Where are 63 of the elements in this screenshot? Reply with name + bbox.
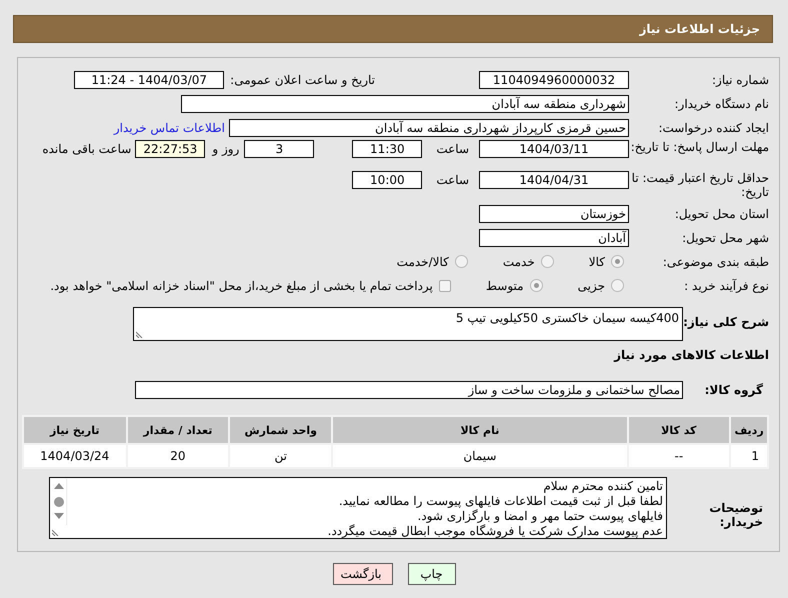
buyer-contact-link[interactable]: اطلاعات تماس خریدار xyxy=(114,120,225,134)
field-label: استان محل تحویل: xyxy=(674,206,769,220)
need-number-field[interactable]: 1104094960000032 xyxy=(479,70,629,88)
resize-grip-icon[interactable] xyxy=(136,330,144,338)
field-label: ساعت xyxy=(436,172,469,189)
back-button[interactable]: بازگشت xyxy=(332,563,392,585)
field-label: شماره نیاز: xyxy=(711,72,769,86)
option-label: متوسط xyxy=(486,278,524,292)
city-field[interactable]: آبادان xyxy=(479,228,629,246)
field-label: مهلت ارسال پاسخ: تا تاریخ: xyxy=(630,140,769,154)
option-label: کالا xyxy=(588,254,605,268)
announce-date-field[interactable]: 1404/03/07 - 11:24 xyxy=(74,70,224,88)
days-field[interactable]: 3 xyxy=(244,140,314,158)
column-header: واحد شمارش xyxy=(229,416,332,444)
page-title: جزئیات اطلاعات نیاز xyxy=(639,22,760,36)
field-label: روز و xyxy=(212,141,240,158)
resize-grip-icon[interactable] xyxy=(52,528,60,536)
radio-button[interactable] xyxy=(454,255,468,268)
column-header: نام کالا xyxy=(332,416,628,444)
field-label: توضیحات خریدار: xyxy=(708,501,764,529)
payment-note: پرداخت تمام یا بخشی از مبلغ خرید،از محل "اسناد خزانه اسلامی" خواهد بود. xyxy=(50,278,433,292)
table-cell: 1404/03/24 xyxy=(23,444,126,468)
field-label: طبقه بندی موضوعی: xyxy=(662,254,769,268)
notes-field[interactable]: تامین کننده محترم سلام لطفا قبل از ثبت قیمت اطلاعات فایلهای پیوست را مطالعه نمایید. فایلهای پیوست حتما مهر و امضا و بارگزاری شود. عدم پیوست مدارک شرکت یا فروشگاه موجب ابطال قیمت میگردد. xyxy=(49,477,667,539)
remaining-time-field[interactable]: 22:27:53 xyxy=(135,140,206,158)
column-header: تعداد / مقدار xyxy=(126,416,230,444)
table-cell: 20 xyxy=(126,444,230,468)
deadline-date-field[interactable]: 1404/03/11 xyxy=(479,140,629,158)
column-header: کد کالا xyxy=(628,416,730,444)
table-cell: سیمان xyxy=(332,444,628,468)
table-cell: 1 xyxy=(730,444,768,468)
column-header: تاریخ نیاز xyxy=(23,416,126,444)
section-heading: اطلاعات کالاهای مورد نیاز xyxy=(614,348,769,362)
field-label: گروه کالا: xyxy=(704,382,764,396)
field-label: ساعت xyxy=(436,141,469,158)
deadline-time-field[interactable]: 11:30 xyxy=(352,140,422,158)
province-field[interactable]: خوزستان xyxy=(479,204,629,222)
validity-date-field[interactable]: 1404/04/31 xyxy=(479,171,629,189)
option-label: جزیی xyxy=(578,278,605,292)
radio-button[interactable] xyxy=(540,255,554,268)
table-cell: تن xyxy=(229,444,332,468)
option-label: خدمت xyxy=(502,254,535,268)
description-field[interactable]: 400کیسه سیمان خاکستری 50کیلویی تیپ 5 xyxy=(133,307,683,341)
option-label: کالا/خدمت xyxy=(396,254,449,268)
field-label: ایجاد کننده درخواست: xyxy=(657,120,769,134)
requester-field[interactable]: حسین قرمزی کارپرداز شهرداری منطقه سه آبادان xyxy=(229,118,629,136)
field-label: تاریخ و ساعت اعلان عمومی: xyxy=(230,72,375,86)
field-label: ساعت باقی مانده xyxy=(42,141,132,158)
checkbox[interactable] xyxy=(438,280,451,292)
column-header: ردیف xyxy=(730,416,768,444)
field-label: نام دستگاه خریدار: xyxy=(674,96,769,110)
radio-button[interactable] xyxy=(611,279,624,292)
field-label: شهر محل تحویل: xyxy=(681,230,769,244)
field-label: نوع فرآیند خرید : xyxy=(683,278,769,292)
field-label: حداقل تاریخ اعتبار قیمت: تا تاریخ: xyxy=(630,171,769,199)
goods-group-field[interactable]: مصالح ساختمانی و ملزومات ساخت و ساز xyxy=(135,380,683,398)
buyer-org-field[interactable]: شهرداری منطقه سه آبادان xyxy=(181,94,629,112)
radio-button[interactable] xyxy=(611,255,624,268)
field-label: شرح کلی نیاز: xyxy=(683,315,769,329)
radio-button[interactable] xyxy=(530,279,543,292)
table-cell: -- xyxy=(628,444,730,468)
print-button[interactable]: چاپ xyxy=(408,563,456,585)
validity-time-field[interactable]: 10:00 xyxy=(352,171,422,189)
